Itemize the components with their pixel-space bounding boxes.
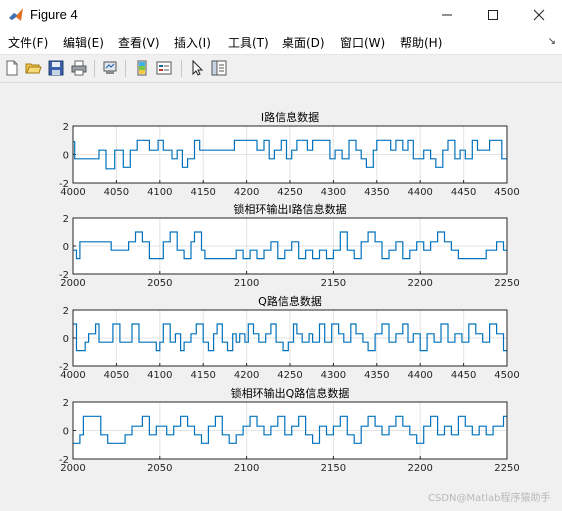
x-tick-label: 4200 [234, 370, 259, 381]
toolbar-separator [181, 60, 182, 77]
x-tick-label: 2150 [321, 278, 346, 289]
x-tick-label: 2050 [147, 463, 172, 474]
menu-tools[interactable]: 工具(T) [228, 34, 269, 51]
x-tick-label: 4050 [104, 187, 129, 198]
menu-window[interactable]: 窗口(W) [340, 34, 385, 51]
x-tick-label: 4350 [364, 370, 389, 381]
menu-edit[interactable]: 编辑(E) [63, 34, 104, 51]
x-tick-label: 4050 [104, 370, 129, 381]
close-button[interactable] [516, 0, 562, 30]
y-tick-label: 2 [63, 122, 69, 133]
axes-4: 2000 2050 2100 2150 2200 225020-2锁相环输出Q路信息数据 [59, 386, 520, 474]
y-tick-label: 2 [63, 398, 69, 409]
maximize-button[interactable] [470, 0, 516, 30]
save-icon[interactable] [47, 59, 65, 77]
x-tick-label: 2100 [234, 278, 259, 289]
toolbar [0, 55, 562, 83]
axes-title: I路信息数据 [261, 110, 319, 124]
x-tick-label: 2250 [494, 463, 519, 474]
insert-colorbar-icon[interactable] [133, 59, 151, 77]
link-plot-icon[interactable] [101, 59, 119, 77]
title-bar: Figure 4 [0, 0, 562, 30]
x-tick-label: 2200 [407, 463, 432, 474]
minimize-button[interactable] [424, 0, 470, 30]
watermark: CSDN@Matlab程序猿助手 [428, 493, 551, 504]
y-tick-label: 0 [63, 334, 69, 345]
dock-arrow-icon[interactable]: ↘ [548, 36, 556, 47]
x-tick-label: 4150 [190, 187, 215, 198]
x-tick-label: 4300 [321, 187, 346, 198]
property-inspector-icon[interactable] [210, 59, 228, 77]
x-tick-label: 4400 [407, 187, 432, 198]
toolbar-separator [125, 60, 126, 77]
minimize-icon [442, 14, 452, 16]
x-tick-label: 4250 [277, 187, 302, 198]
axes-2: 2000 2050 2100 2150 2200 225020-2锁相环输出I路信息数据 [59, 202, 520, 289]
figure-canvas: 4000 4050 4100 4150 4200 4250 4300 4350 4400 4450… [0, 83, 562, 507]
x-tick-label: 4500 [494, 370, 519, 381]
y-tick-label: -2 [59, 179, 69, 190]
x-tick-label: 4300 [321, 370, 346, 381]
print-icon[interactable] [70, 59, 88, 77]
x-tick-label: 4100 [147, 370, 172, 381]
close-icon [533, 9, 545, 21]
y-tick-label: 0 [63, 427, 69, 438]
menu-bar: 文件(F) 编辑(E) 查看(V) 插入(I) 工具(T) 桌面(D) 窗口(W… [0, 30, 562, 55]
menu-help[interactable]: 帮助(H) [400, 34, 442, 51]
x-tick-label: 2250 [494, 278, 519, 289]
x-tick-label: 2200 [407, 278, 432, 289]
edit-plot-arrow-icon[interactable] [188, 59, 206, 77]
window-title: Figure 4 [30, 7, 78, 22]
x-tick-label: 4150 [190, 370, 215, 381]
y-tick-label: -2 [59, 270, 69, 281]
x-tick-label: 2150 [321, 463, 346, 474]
y-tick-label: 2 [63, 306, 69, 317]
y-tick-label: 0 [63, 242, 69, 253]
new-file-icon[interactable] [3, 59, 21, 77]
y-tick-label: -2 [59, 455, 69, 466]
axes-title: 锁相环输出I路信息数据 [233, 202, 346, 216]
y-tick-label: 2 [63, 214, 69, 225]
menu-insert[interactable]: 插入(I) [174, 34, 211, 51]
menu-view[interactable]: 查看(V) [118, 34, 160, 51]
open-folder-icon[interactable] [24, 59, 42, 77]
menu-file[interactable]: 文件(F) [8, 34, 48, 51]
x-tick-label: 2050 [147, 278, 172, 289]
matlab-app-icon [9, 8, 23, 21]
x-tick-label: 4500 [494, 187, 519, 198]
axes-1: 4000 4050 4100 4150 4200 4250 4300 4350 4400 4450… [59, 110, 520, 198]
x-tick-label: 4350 [364, 187, 389, 198]
x-tick-label: 4200 [234, 187, 259, 198]
axes-3: 4000 4050 4100 4150 4200 4250 4300 4350 4400 4450… [59, 294, 520, 381]
menu-desktop[interactable]: 桌面(D) [282, 34, 325, 51]
y-tick-label: -2 [59, 362, 69, 373]
insert-legend-icon[interactable] [155, 59, 173, 77]
y-tick-label: 0 [63, 151, 69, 162]
maximize-icon [488, 10, 498, 20]
x-tick-label: 2100 [234, 463, 259, 474]
x-tick-label: 4450 [451, 370, 476, 381]
axes-title: Q路信息数据 [258, 294, 322, 308]
axes-title: 锁相环输出Q路信息数据 [231, 386, 350, 400]
toolbar-separator [94, 60, 95, 77]
figure-plots[interactable]: 4000 4050 4100 4150 4200 4250 4300 4350 4400 4450… [0, 83, 562, 507]
x-tick-label: 4450 [451, 187, 476, 198]
x-tick-label: 4250 [277, 370, 302, 381]
x-tick-label: 4400 [407, 370, 432, 381]
x-tick-label: 4100 [147, 187, 172, 198]
